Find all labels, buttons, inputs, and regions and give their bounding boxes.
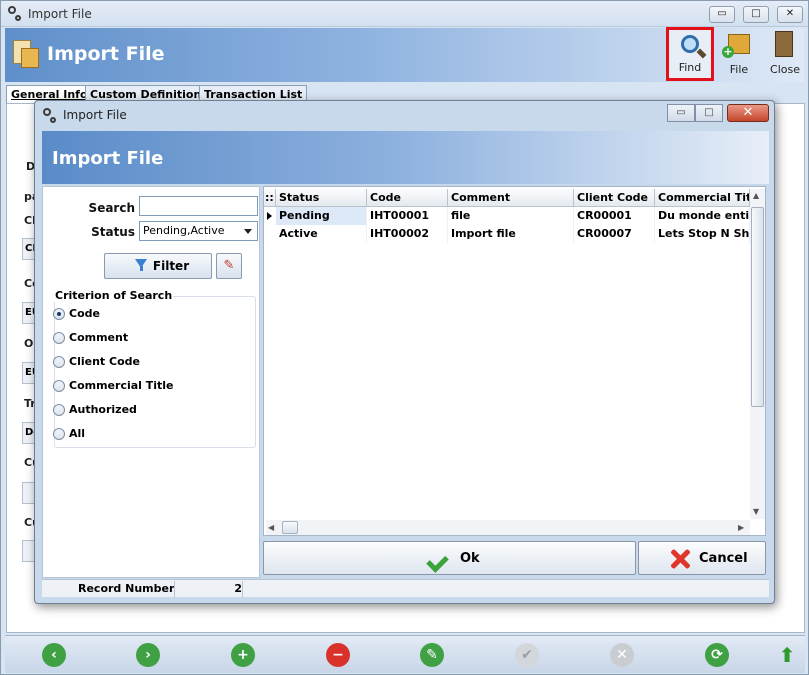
column-header-client-code[interactable]: Client Code xyxy=(574,189,655,207)
dialog-maximize-button[interactable]: □ xyxy=(695,104,723,122)
scroll-right-icon[interactable]: ▶ xyxy=(738,523,744,532)
radio-button[interactable] xyxy=(53,428,65,440)
column-header-code[interactable]: Code xyxy=(367,189,448,207)
table-cell[interactable]: IHT00002 xyxy=(367,225,448,243)
radio-label: Commercial Title xyxy=(69,379,174,392)
status-separator xyxy=(242,581,243,597)
radio-button[interactable] xyxy=(53,380,65,392)
radio-label: Client Code xyxy=(69,355,140,368)
window-title: Import File xyxy=(28,7,92,21)
table-cell[interactable]: file xyxy=(448,207,574,225)
radio-button[interactable] xyxy=(53,356,65,368)
close-label: Close xyxy=(770,63,800,76)
row-indicator-header: :: xyxy=(264,189,276,207)
horizontal-scrollbar[interactable]: ◀ ▶ xyxy=(266,520,750,535)
status-separator xyxy=(174,581,175,597)
cancel-label: Cancel xyxy=(699,551,748,566)
radio-label: Comment xyxy=(69,331,129,344)
maximize-button[interactable]: □ xyxy=(743,6,769,23)
table-cell[interactable]: Du monde entier xyxy=(655,207,750,225)
file-label: File xyxy=(729,63,749,76)
previous-icon[interactable]: ‹ xyxy=(42,643,66,667)
delete-icon[interactable]: − xyxy=(326,643,350,667)
table-cell[interactable]: Lets Stop N Shop xyxy=(655,225,750,243)
dialog-minimize-button[interactable]: ▭ xyxy=(667,104,695,122)
dialog-header-title: Import File xyxy=(52,148,164,169)
app-icon xyxy=(8,6,22,22)
cancel-button[interactable]: Cancel xyxy=(638,541,766,575)
clear-filter-button[interactable]: ✎ xyxy=(216,253,242,279)
search-icon xyxy=(681,35,699,53)
current-row-icon xyxy=(267,212,272,220)
table-cell[interactable]: CR00001 xyxy=(574,207,655,225)
status-label: Status xyxy=(91,225,135,239)
column-header-commercial-title[interactable]: Commercial Title xyxy=(655,189,750,207)
dialog-close-button[interactable]: ✕ xyxy=(727,104,769,122)
scroll-thumb[interactable] xyxy=(282,521,298,534)
table-row[interactable]: Active IHT00002 Import file CR00007 Lets… xyxy=(264,225,752,243)
upload-arrow-icon[interactable]: ⬆ xyxy=(775,643,799,667)
scroll-up-icon[interactable]: ▲ xyxy=(753,191,759,200)
search-panel: Search Status Pending,Active Filter ✎ Cr… xyxy=(42,186,260,578)
search-input[interactable] xyxy=(139,196,258,216)
checkmark-icon xyxy=(429,549,453,567)
minimize-button[interactable]: ▭ xyxy=(709,6,735,23)
add-icon[interactable]: + xyxy=(231,643,255,667)
status-bar: Record Number 2 xyxy=(42,579,769,597)
column-header-status[interactable]: Status xyxy=(276,189,367,207)
record-number-label: Record Number xyxy=(78,582,175,595)
close-window-button[interactable]: ✕ xyxy=(777,6,803,23)
radio-button[interactable] xyxy=(53,308,65,320)
criterion-title: Criterion of Search xyxy=(54,289,174,302)
import-file-icon xyxy=(11,40,39,68)
next-icon[interactable]: › xyxy=(136,643,160,667)
cancel-icon[interactable]: ✕ xyxy=(610,643,634,667)
edit-icon[interactable]: ✎ xyxy=(420,643,444,667)
search-label: Search xyxy=(88,201,135,215)
status-select[interactable]: Pending,Active xyxy=(139,221,258,241)
table-cell[interactable]: Pending xyxy=(276,207,367,225)
radio-label: Authorized xyxy=(69,403,137,416)
dialog-titlebar: Import File ▭ □ ✕ xyxy=(35,101,774,129)
find-label: Find xyxy=(678,61,702,74)
cancel-x-icon xyxy=(668,547,692,571)
eraser-icon: ✎ xyxy=(223,258,235,273)
table-row[interactable]: Pending IHT00001 file CR00001 Du monde e… xyxy=(264,207,752,225)
table-cell[interactable]: Import file xyxy=(448,225,574,243)
dialog-header: Import File xyxy=(42,131,769,184)
dialog-title: Import File xyxy=(63,108,127,122)
ok-button[interactable]: Ok xyxy=(263,541,636,575)
dialog-app-icon xyxy=(43,108,57,124)
table-cell[interactable]: CR00007 xyxy=(574,225,655,243)
record-number-value: 2 xyxy=(234,582,242,595)
scroll-thumb[interactable] xyxy=(751,207,764,407)
scroll-left-icon[interactable]: ◀ xyxy=(268,523,274,532)
radio-button[interactable] xyxy=(53,332,65,344)
navigation-bar: ‹ › + − ✎ ✔ ✕ ⟳ ⬆ xyxy=(5,635,805,673)
refresh-icon[interactable]: ⟳ xyxy=(705,643,729,667)
import-file-dialog: Import File ▭ □ ✕ Import File Search Sta… xyxy=(34,100,775,604)
scroll-down-icon[interactable]: ▼ xyxy=(753,507,759,516)
filter-button[interactable]: Filter xyxy=(104,253,212,279)
table-cell[interactable]: IHT00001 xyxy=(367,207,448,225)
close-button[interactable]: Close xyxy=(762,28,808,80)
status-select-value: Pending,Active xyxy=(143,224,225,237)
column-header-comment[interactable]: Comment xyxy=(448,189,574,207)
window-titlebar: Import File ▭ □ ✕ xyxy=(1,1,808,27)
page-title: Import File xyxy=(47,43,165,65)
radio-button[interactable] xyxy=(53,404,65,416)
radio-label: All xyxy=(69,427,86,440)
chevron-down-icon xyxy=(244,229,252,234)
ok-label: Ok xyxy=(460,551,480,566)
confirm-icon[interactable]: ✔ xyxy=(515,643,539,667)
door-icon xyxy=(775,31,793,57)
vertical-scrollbar[interactable]: ▲ ▼ xyxy=(750,189,765,519)
page-header: Import File Find + File Close xyxy=(5,27,804,82)
radio-label: Code xyxy=(69,307,100,320)
file-button[interactable]: + File xyxy=(716,28,762,80)
find-button[interactable]: Find xyxy=(666,27,714,81)
results-grid: :: Status Code Comment Client Code Comme… xyxy=(263,186,766,536)
table-cell[interactable]: Active xyxy=(276,225,367,243)
